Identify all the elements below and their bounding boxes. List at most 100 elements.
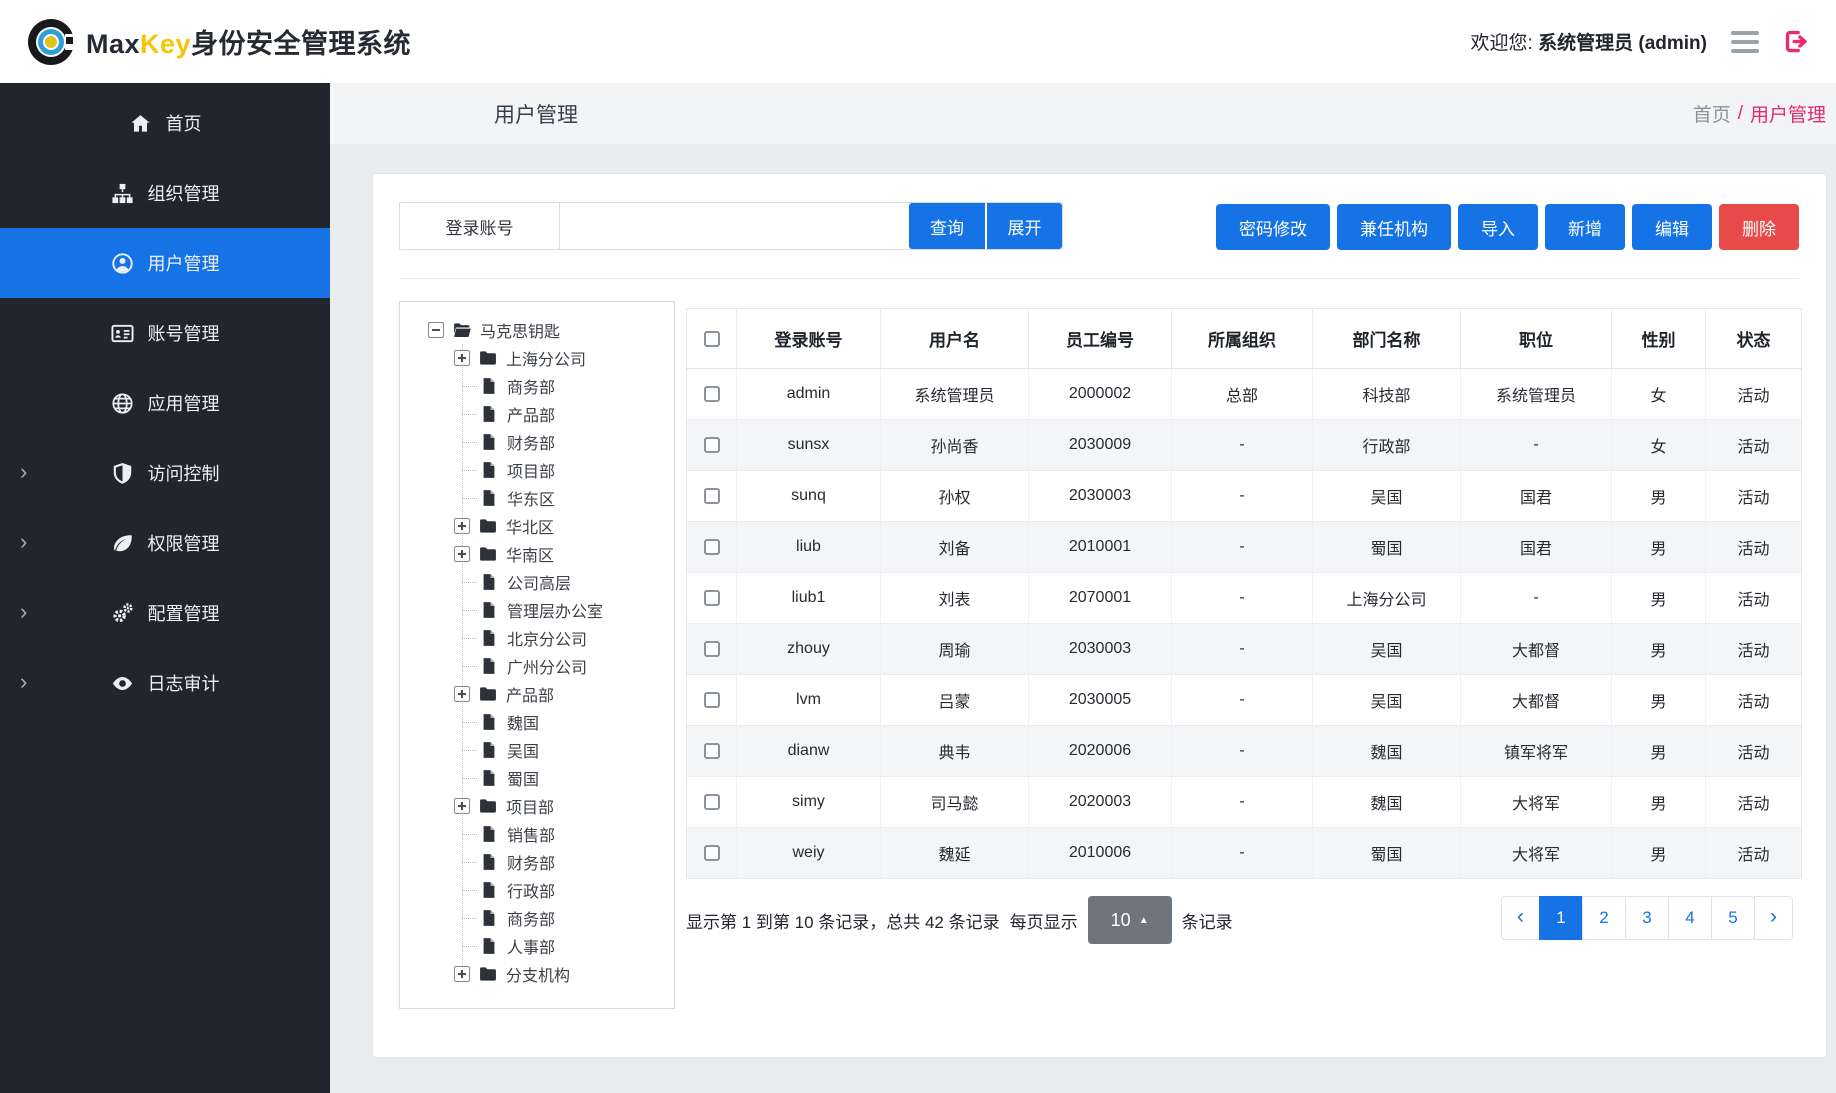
table-row[interactable]: zhouy 周瑜 2030003 - 吴国 大都督 男 活动: [687, 624, 1802, 675]
action-button[interactable]: 兼任机构: [1337, 204, 1451, 250]
cell-position: 大都督: [1461, 624, 1612, 675]
tree-node[interactable]: 财务部: [400, 848, 674, 876]
cell-department: 科技部: [1313, 369, 1461, 420]
tree-expander-icon[interactable]: [454, 546, 470, 562]
page-number-button[interactable]: 1: [1539, 896, 1583, 940]
tree-node-icon: [479, 880, 499, 900]
expand-button[interactable]: 展开: [987, 203, 1062, 249]
page-number-button[interactable]: 3: [1625, 896, 1669, 940]
tree-node-label: 华南区: [506, 542, 554, 566]
tree-node[interactable]: 商务部: [400, 372, 674, 400]
sidebar-item[interactable]: › 权限管理: [0, 508, 330, 578]
page-size-dropdown[interactable]: 10 ▲: [1088, 896, 1172, 944]
table-row[interactable]: admin 系统管理员 2000002 总部 科技部 系统管理员 女 活动: [687, 369, 1802, 420]
tree-expander-icon[interactable]: [454, 686, 470, 702]
action-button[interactable]: 编辑: [1632, 204, 1712, 250]
row-checkbox[interactable]: [704, 641, 720, 657]
content-card: 登录账号 查询 展开 密码修改 兼任机构 导入 新增 编辑 删除: [372, 173, 1827, 1058]
sign-out-icon[interactable]: [1783, 28, 1810, 55]
table-row[interactable]: sunq 孙权 2030003 - 吴国 国君 男 活动: [687, 471, 1802, 522]
prev-page-button[interactable]: ‹: [1501, 896, 1540, 940]
tree-node[interactable]: 商务部: [400, 904, 674, 932]
tree-node-label: 吴国: [507, 738, 539, 762]
sidebar-item[interactable]: › 组织管理: [0, 158, 330, 228]
cell-gender: 男: [1612, 726, 1706, 777]
tree-node[interactable]: 财务部: [400, 428, 674, 456]
cell-login: dianw: [737, 726, 881, 777]
tree-node[interactable]: 项目部: [400, 792, 674, 820]
tree-node-icon: [479, 852, 499, 872]
row-checkbox[interactable]: [704, 488, 720, 504]
tree-node[interactable]: 北京分公司: [400, 624, 674, 652]
tree-node[interactable]: 广州分公司: [400, 652, 674, 680]
tree-node[interactable]: 人事部: [400, 932, 674, 960]
login-account-input[interactable]: [560, 203, 907, 249]
row-checkbox[interactable]: [704, 794, 720, 810]
tree-node[interactable]: 产品部: [400, 400, 674, 428]
tree-node[interactable]: 华东区: [400, 484, 674, 512]
cell-organization: 总部: [1172, 369, 1313, 420]
action-button[interactable]: 导入: [1458, 204, 1538, 250]
tree-node[interactable]: 上海分公司: [400, 344, 674, 372]
row-select-cell: [687, 675, 737, 726]
hamburger-menu-icon[interactable]: [1731, 31, 1759, 53]
action-button[interactable]: 删除: [1719, 204, 1799, 250]
tree-expander-icon[interactable]: [454, 966, 470, 982]
row-checkbox[interactable]: [704, 386, 720, 402]
table-row[interactable]: simy 司马懿 2020003 - 魏国 大将军 男 活动: [687, 777, 1802, 828]
action-button[interactable]: 密码修改: [1216, 204, 1330, 250]
tree-node[interactable]: 公司高层: [400, 568, 674, 596]
page-number-button[interactable]: 4: [1668, 896, 1712, 940]
tree-node-label: 产品部: [506, 682, 554, 706]
tree-node[interactable]: 产品部: [400, 680, 674, 708]
tree-node-icon: [479, 908, 499, 928]
sidebar-item[interactable]: › 首页: [0, 88, 330, 158]
action-button[interactable]: 新增: [1545, 204, 1625, 250]
row-checkbox[interactable]: [704, 743, 720, 759]
table-row[interactable]: liub 刘备 2010001 - 蜀国 国君 男 活动: [687, 522, 1802, 573]
table-row[interactable]: lvm 吕蒙 2030005 - 吴国 大都督 男 活动: [687, 675, 1802, 726]
tree-node[interactable]: 分支机构: [400, 960, 674, 988]
query-button[interactable]: 查询: [909, 203, 985, 249]
row-checkbox[interactable]: [704, 590, 720, 606]
tree-node[interactable]: 魏国: [400, 708, 674, 736]
cell-position: -: [1461, 420, 1612, 471]
sidebar-item[interactable]: › 访问控制: [0, 438, 330, 508]
row-checkbox[interactable]: [704, 845, 720, 861]
tree-expander-icon[interactable]: [454, 518, 470, 534]
page-number-button[interactable]: 2: [1582, 896, 1626, 940]
tree-node[interactable]: 销售部: [400, 820, 674, 848]
cell-position: 大将军: [1461, 828, 1612, 879]
row-checkbox[interactable]: [704, 437, 720, 453]
sidebar-item[interactable]: › 用户管理: [0, 228, 330, 298]
sidebar-item[interactable]: › 应用管理: [0, 368, 330, 438]
table-row[interactable]: dianw 典韦 2020006 - 魏国 镇军将军 男 活动: [687, 726, 1802, 777]
tree-node[interactable]: 项目部: [400, 456, 674, 484]
table-row[interactable]: sunsx 孙尚香 2030009 - 行政部 - 女 活动: [687, 420, 1802, 471]
select-all-checkbox[interactable]: [704, 331, 720, 347]
tree-expander-icon[interactable]: [454, 350, 470, 366]
tree-expander-icon[interactable]: [454, 798, 470, 814]
cell-employee-no: 2020006: [1029, 726, 1172, 777]
breadcrumb-home-link[interactable]: 首页: [1693, 100, 1731, 127]
table-row[interactable]: weiy 魏延 2010006 - 蜀国 大将军 男 活动: [687, 828, 1802, 879]
tree-node[interactable]: 行政部: [400, 876, 674, 904]
table-row[interactable]: liub1 刘表 2070001 - 上海分公司 - 男 活动: [687, 573, 1802, 624]
tree-node[interactable]: 华南区: [400, 540, 674, 568]
tree-node[interactable]: 吴国: [400, 736, 674, 764]
row-checkbox[interactable]: [704, 692, 720, 708]
row-checkbox[interactable]: [704, 539, 720, 555]
tree-expander-icon[interactable]: [428, 322, 444, 338]
tree-node[interactable]: 华北区: [400, 512, 674, 540]
top-bar: MaxKey身份安全管理系统 欢迎您: 系统管理员 (admin): [0, 0, 1836, 83]
tree-node[interactable]: 蜀国: [400, 764, 674, 792]
next-page-button[interactable]: ›: [1754, 896, 1793, 940]
tree-node[interactable]: 马克思钥匙: [400, 316, 674, 344]
tree-node-label: 商务部: [507, 906, 555, 930]
sidebar-item[interactable]: › 日志审计: [0, 648, 330, 718]
sidebar-item[interactable]: › 配置管理: [0, 578, 330, 648]
chevron-right-icon: ›: [20, 599, 27, 625]
tree-node[interactable]: 管理层办公室: [400, 596, 674, 624]
sidebar-item[interactable]: › 账号管理: [0, 298, 330, 368]
page-number-button[interactable]: 5: [1711, 896, 1755, 940]
